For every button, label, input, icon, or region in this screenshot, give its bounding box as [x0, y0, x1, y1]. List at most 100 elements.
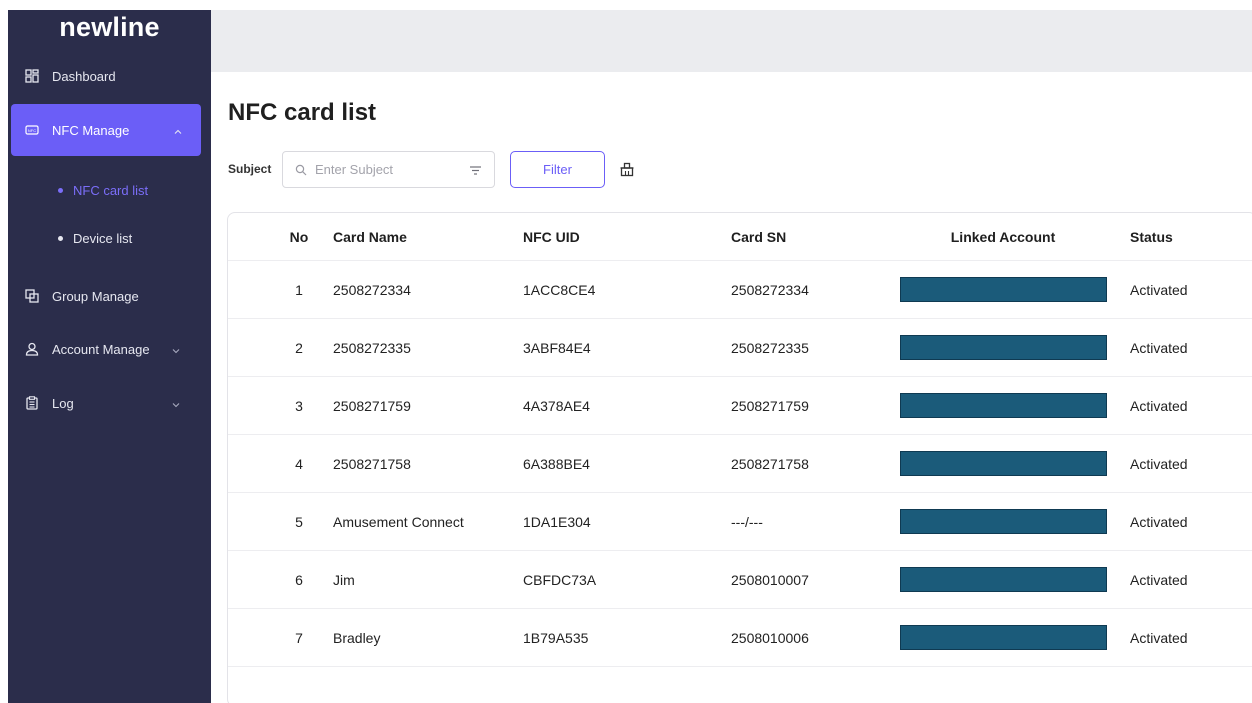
cell-nfc-uid: 4A378AE4 — [523, 397, 590, 414]
subject-search-box[interactable] — [282, 151, 495, 188]
cell-nfc-uid: 3ABF84E4 — [523, 339, 591, 356]
redaction-block — [899, 509, 1107, 534]
cell-status: Activated — [1130, 339, 1188, 356]
sidebar-item-label: Log — [52, 395, 74, 411]
subject-input[interactable] — [315, 162, 455, 177]
cell-card-name: Jim — [333, 571, 355, 588]
cell-card-sn: 2508271758 — [731, 455, 809, 472]
top-bar — [211, 10, 1252, 72]
cell-nfc-uid: CBFDC73A — [523, 571, 597, 588]
sidebar-item-log[interactable]: Log — [8, 381, 211, 425]
chevron-down-icon — [171, 344, 181, 354]
sidebar-item-label: NFC Manage — [52, 122, 130, 138]
cell-linked-account — [898, 319, 1108, 376]
search-icon — [295, 164, 307, 175]
table-row[interactable]: 7 Bradley 1B79A535 2508010006 Activated — [228, 609, 1252, 667]
cell-no: 2 — [295, 339, 303, 356]
column-header-nfc-uid: NFC UID — [523, 228, 580, 245]
clipboard-icon — [25, 396, 39, 410]
sidebar-subitem-label: Device list — [73, 230, 133, 246]
table-row[interactable]: 5 Amusement Connect 1DA1E304 ---/--- Act… — [228, 493, 1252, 551]
column-header-no: No — [289, 228, 309, 245]
table-row[interactable]: 3 2508271759 4A378AE4 2508271759 Activat… — [228, 377, 1252, 435]
cell-status: Activated — [1130, 629, 1188, 646]
cell-nfc-uid: 1ACC8CE4 — [523, 281, 596, 298]
cell-card-name: 2508272334 — [333, 281, 411, 298]
cell-status: Activated — [1130, 571, 1188, 588]
group-icon — [25, 289, 39, 303]
column-header-card-name: Card Name — [333, 228, 407, 245]
sidebar-item-label: Account Manage — [52, 341, 150, 357]
cell-no: 7 — [295, 629, 303, 646]
cell-linked-account — [898, 261, 1108, 318]
redaction-block — [899, 335, 1107, 360]
cell-card-sn: 2508010006 — [731, 629, 809, 646]
nfc-icon: NFC — [25, 123, 39, 137]
table-header-row: No Card Name NFC UID Card SN Linked Acco… — [228, 213, 1252, 261]
cell-card-sn: 2508272335 — [731, 339, 809, 356]
dashboard-icon — [25, 69, 39, 83]
cell-no: 6 — [295, 571, 303, 588]
cell-card-sn: ---/--- — [731, 513, 763, 530]
bullet-icon — [58, 187, 63, 193]
nfc-card-table: No Card Name NFC UID Card SN Linked Acco… — [227, 212, 1252, 703]
cell-linked-account — [898, 493, 1108, 550]
sidebar: newline Dashboard NFC NFC Manage NFC car… — [8, 10, 211, 703]
cell-status: Activated — [1130, 397, 1188, 414]
cell-card-sn: 2508010007 — [731, 571, 809, 588]
cell-card-name: 2508271758 — [333, 455, 411, 472]
redaction-block — [899, 451, 1107, 476]
clear-filter-icon[interactable] — [619, 161, 635, 177]
sidebar-subitem-device-list[interactable]: Device list — [8, 218, 211, 258]
cell-no: 1 — [295, 281, 303, 298]
cell-nfc-uid: 1DA1E304 — [523, 513, 591, 530]
bullet-icon — [58, 235, 63, 241]
cell-nfc-uid: 6A388BE4 — [523, 455, 590, 472]
cell-linked-account — [898, 551, 1108, 608]
svg-text:NFC: NFC — [28, 128, 36, 133]
cell-nfc-uid: 1B79A535 — [523, 629, 589, 646]
cell-linked-account — [898, 609, 1108, 666]
cell-no: 4 — [295, 455, 303, 472]
sidebar-item-label: Group Manage — [52, 288, 139, 304]
brand-logo: newline — [59, 12, 160, 42]
sidebar-item-group-manage[interactable]: Group Manage — [8, 274, 211, 318]
redaction-block — [899, 625, 1107, 650]
page-title: NFC card list — [228, 99, 377, 126]
sidebar-item-dashboard[interactable]: Dashboard — [8, 54, 211, 98]
column-header-status: Status — [1130, 228, 1173, 245]
cell-card-sn: 2508271759 — [731, 397, 809, 414]
cell-no: 3 — [295, 397, 303, 414]
cell-card-name: Bradley — [333, 629, 381, 646]
redaction-block — [899, 393, 1107, 418]
cell-card-name: Amusement Connect — [333, 513, 464, 530]
redaction-block — [899, 277, 1107, 302]
column-header-card-sn: Card SN — [731, 228, 787, 245]
cell-no: 5 — [295, 513, 303, 530]
cell-status: Activated — [1130, 455, 1188, 472]
filter-button[interactable]: Filter — [510, 151, 605, 188]
cell-linked-account — [898, 377, 1108, 434]
column-header-linked-account: Linked Account — [950, 228, 1056, 245]
cell-status: Activated — [1130, 513, 1188, 530]
cell-card-name: 2508272335 — [333, 339, 411, 356]
sidebar-item-nfc-manage[interactable]: NFC NFC Manage — [11, 104, 201, 156]
cell-card-sn: 2508272334 — [731, 281, 809, 298]
cell-card-name: 2508271759 — [333, 397, 411, 414]
filter-lines-icon[interactable] — [469, 164, 482, 177]
table-row[interactable]: 4 2508271758 6A388BE4 2508271758 Activat… — [228, 435, 1252, 493]
cell-status: Activated — [1130, 281, 1188, 298]
table-row[interactable]: 2 2508272335 3ABF84E4 2508272335 Activat… — [228, 319, 1252, 377]
redaction-block — [899, 567, 1107, 592]
subject-label: Subject — [228, 162, 272, 176]
table-row[interactable]: 6 Jim CBFDC73A 2508010007 Activated — [228, 551, 1252, 609]
cell-linked-account — [898, 435, 1108, 492]
sidebar-subitem-nfc-card-list[interactable]: NFC card list — [8, 170, 211, 210]
sidebar-item-account-manage[interactable]: Account Manage — [8, 327, 211, 371]
chevron-down-icon — [171, 398, 181, 408]
chevron-up-icon — [173, 125, 183, 135]
table-row[interactable]: 1 2508272334 1ACC8CE4 2508272334 Activat… — [228, 261, 1252, 319]
sidebar-item-label: Dashboard — [52, 68, 116, 84]
user-icon — [25, 342, 39, 356]
sidebar-subitem-label: NFC card list — [73, 182, 149, 198]
